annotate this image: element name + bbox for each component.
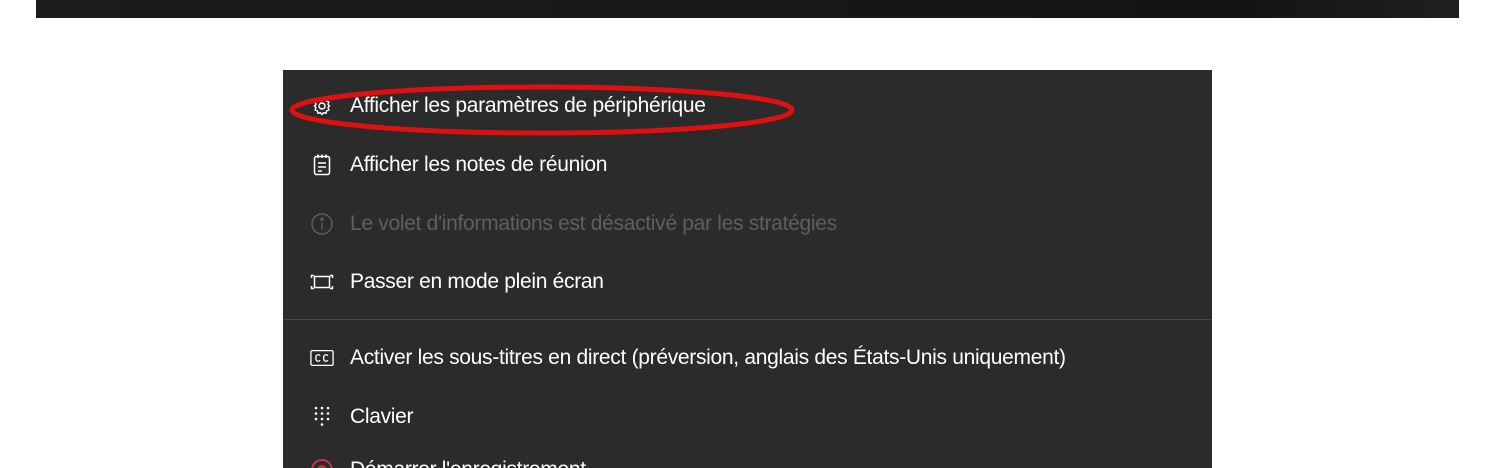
menu-item-device-settings[interactable]: Afficher les paramètres de périphérique bbox=[283, 86, 1212, 126]
menu-item-live-captions[interactable]: Activer les sous-titres en direct (préve… bbox=[283, 338, 1212, 378]
menu-item-keypad[interactable]: Clavier bbox=[283, 397, 1212, 437]
gear-icon bbox=[310, 94, 334, 118]
fullscreen-icon bbox=[310, 270, 334, 294]
menu-item-info-pane-disabled: Le volet d'informations est désactivé pa… bbox=[283, 204, 1212, 244]
menu-item-meeting-notes[interactable]: Afficher les notes de réunion bbox=[283, 145, 1212, 185]
menu-item-label: Clavier bbox=[350, 405, 414, 428]
notes-icon bbox=[310, 153, 334, 177]
menu-item-fullscreen[interactable]: Passer en mode plein écran bbox=[283, 262, 1212, 302]
video-area-bar bbox=[36, 0, 1459, 18]
menu-item-label: Afficher les notes de réunion bbox=[350, 153, 608, 176]
menu-item-label: Démarrer l'enregistrement bbox=[350, 458, 586, 468]
keypad-icon bbox=[310, 405, 334, 429]
more-actions-menu: Afficher les paramètres de périphérique … bbox=[283, 70, 1212, 468]
closed-captions-icon bbox=[310, 346, 334, 370]
menu-item-label: Le volet d'informations est désactivé pa… bbox=[350, 212, 837, 235]
menu-item-label: Activer les sous-titres en direct (préve… bbox=[350, 346, 1066, 369]
record-icon bbox=[310, 458, 334, 468]
menu-item-label: Passer en mode plein écran bbox=[350, 270, 604, 293]
info-icon bbox=[310, 212, 334, 236]
menu-item-label: Afficher les paramètres de périphérique bbox=[350, 94, 706, 117]
menu-item-start-recording[interactable]: Démarrer l'enregistrement bbox=[283, 450, 1212, 468]
menu-separator bbox=[283, 319, 1212, 320]
